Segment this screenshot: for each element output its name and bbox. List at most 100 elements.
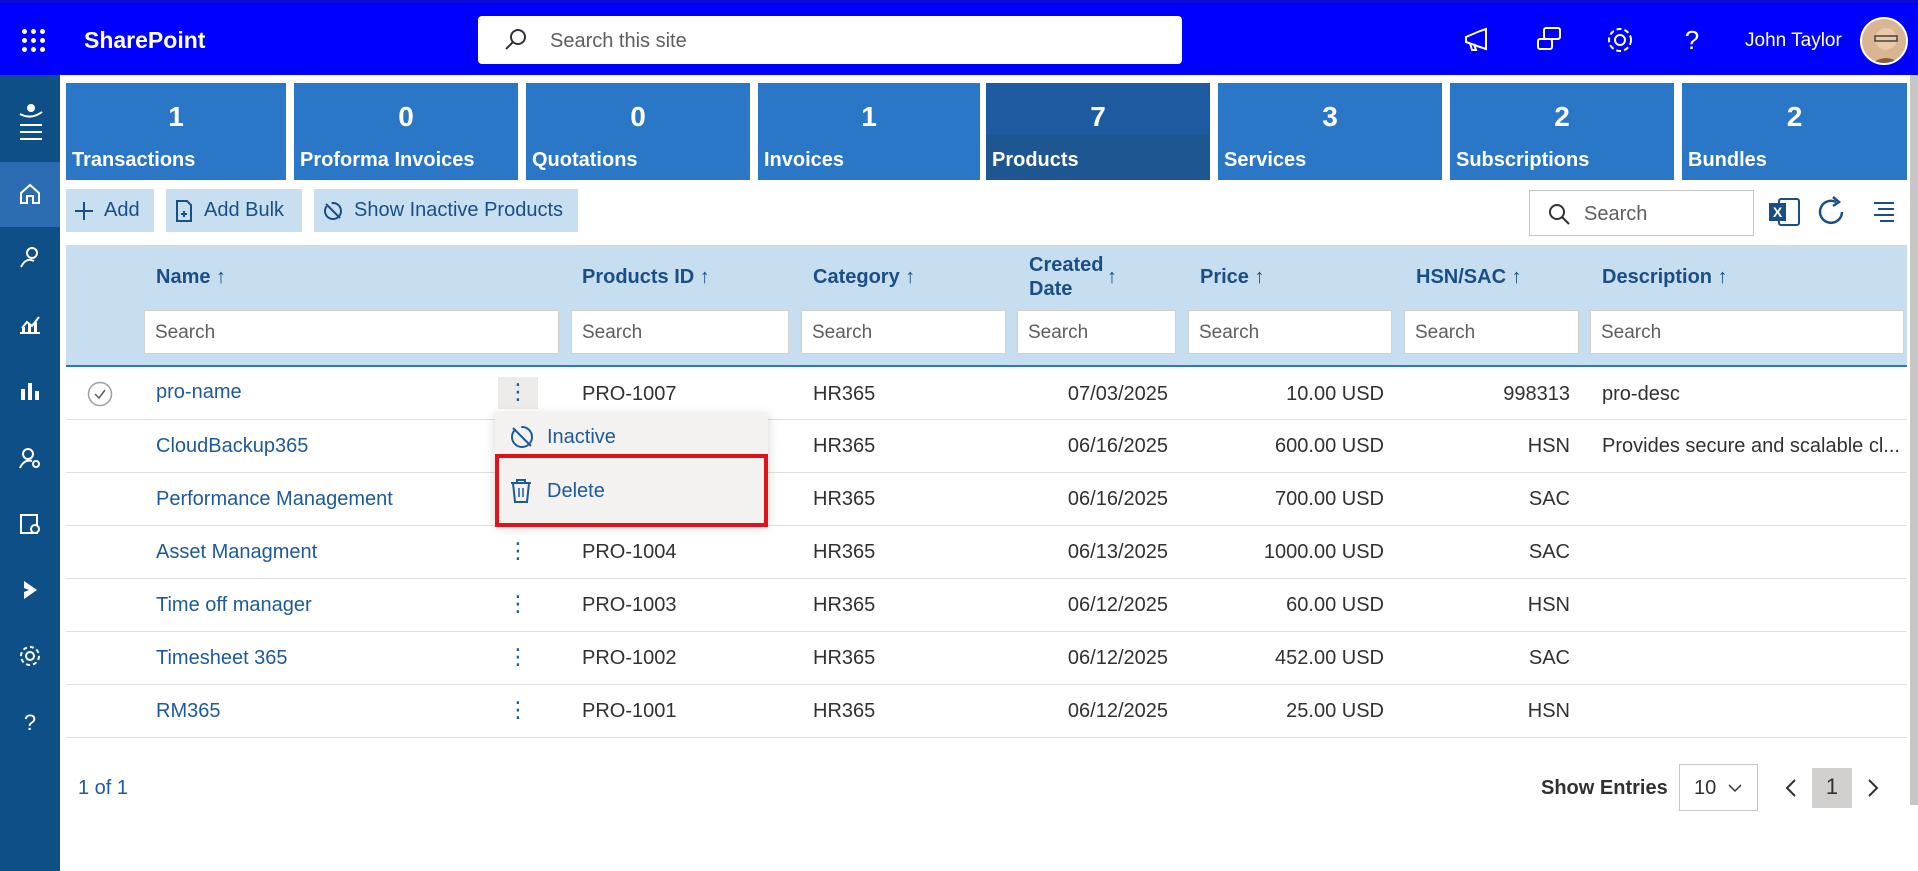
product-category: HR365 — [813, 488, 876, 510]
excel-export-icon[interactable]: X — [1767, 196, 1801, 228]
tile-subscriptions[interactable]: 2 Subscriptions — [1450, 83, 1674, 180]
tile-products[interactable]: 7 Products — [986, 83, 1210, 180]
svg-text:X: X — [1773, 204, 1783, 220]
col-category[interactable]: Category ↑ — [813, 265, 915, 289]
product-category: HR365 — [813, 647, 876, 669]
show-entries-label: Show Entries — [1541, 777, 1668, 799]
tile-label: Invoices — [764, 149, 845, 171]
rail-documents[interactable] — [0, 496, 60, 552]
product-name-link[interactable]: RM365 — [156, 700, 220, 723]
user-name[interactable]: John Taylor — [1745, 30, 1842, 52]
settings-gear-icon[interactable] — [1605, 25, 1635, 55]
product-created-date: 06/12/2025 — [1067, 700, 1168, 722]
add-bulk-button[interactable]: Add Bulk — [166, 189, 302, 232]
site-search-box[interactable]: Search this site — [478, 16, 1182, 64]
table-row[interactable]: Time off manager ⋮ PRO-1003 HR365 06/12/… — [66, 579, 1907, 632]
product-id: PRO-1003 — [582, 594, 677, 616]
column-options-icon[interactable] — [1872, 200, 1896, 222]
show-inactive-products-button[interactable]: Show Inactive Products — [314, 189, 578, 232]
rail-home[interactable] — [0, 162, 60, 227]
col-created-sort-arrow[interactable]: ↑ — [1107, 265, 1117, 289]
rail-user-settings[interactable] — [0, 430, 60, 486]
rail-customers[interactable] — [0, 229, 60, 285]
chevron-right-icon — [1868, 779, 1879, 797]
chevron-left-icon — [1785, 779, 1796, 797]
tile-label: Bundles — [1688, 149, 1767, 171]
tile-count: 2 — [1554, 101, 1570, 132]
filter-price-input[interactable]: Search — [1188, 310, 1392, 354]
prev-page-button[interactable] — [1771, 768, 1811, 808]
rail-analytics[interactable] — [0, 297, 60, 353]
tile-invoices[interactable]: 1 Invoices — [758, 83, 980, 180]
rail-reports[interactable] — [0, 363, 60, 419]
col-product-id[interactable]: Products ID ↑ — [582, 265, 710, 289]
tile-transactions[interactable]: 1 Transactions — [66, 83, 286, 180]
product-created-date: 06/16/2025 — [1067, 435, 1168, 457]
product-hsn-sac: HSN — [1527, 700, 1570, 722]
page-number-button[interactable]: 1 — [1812, 768, 1852, 808]
vertical-scrollbar[interactable] — [1910, 75, 1918, 805]
col-price[interactable]: Price ↑ — [1200, 265, 1264, 289]
page-count: 1 of 1 — [78, 777, 129, 799]
add-button[interactable]: Add — [66, 189, 154, 232]
table-row[interactable]: Performance Management HR365 06/16/2025 … — [66, 473, 1907, 526]
entries-per-page-select[interactable]: 10 — [1679, 764, 1758, 811]
refresh-icon[interactable] — [1814, 195, 1848, 229]
product-name-link[interactable]: CloudBackup365 — [156, 435, 308, 458]
col-created-line1: Created — [1029, 254, 1104, 276]
filter-product-id-input[interactable]: Search — [571, 310, 789, 354]
table-row[interactable]: Asset Managment ⋮ PRO-1004 HR365 06/13/2… — [66, 526, 1907, 579]
product-name-link[interactable]: Time off manager — [156, 594, 312, 617]
row-more-options-icon[interactable]: ⋮ — [498, 589, 538, 621]
tile-label: Services — [1224, 149, 1307, 171]
product-category: HR365 — [813, 594, 876, 616]
row-more-options-icon[interactable]: ⋮ — [498, 695, 538, 727]
tile-bundles[interactable]: 2 Bundles — [1682, 83, 1907, 180]
hand-menu-icon — [19, 104, 43, 140]
next-page-button[interactable] — [1853, 768, 1893, 808]
help-icon[interactable]: ? — [1677, 25, 1707, 55]
user-avatar[interactable] — [1860, 17, 1908, 65]
site-search-placeholder: Search this site — [550, 30, 687, 52]
tile-services[interactable]: 3 Services — [1218, 83, 1442, 180]
delete-highlight-box — [495, 454, 768, 527]
col-hsn-sac[interactable]: HSN/SAC ↑ — [1416, 265, 1522, 289]
tile-proforma-invoices[interactable]: 0 Proforma Invoices — [294, 83, 518, 180]
filter-name-input[interactable]: Search — [144, 310, 559, 354]
app-launcher-icon[interactable] — [22, 29, 46, 53]
product-created-date: 07/03/2025 — [1067, 383, 1168, 405]
tile-quotations[interactable]: 0 Quotations — [526, 83, 750, 180]
product-name-link[interactable]: Asset Managment — [156, 541, 317, 564]
tile-count: 0 — [630, 101, 646, 132]
chat-icon[interactable] — [1534, 25, 1564, 55]
row-more-options-icon[interactable]: ⋮ — [498, 377, 538, 409]
filter-description-input[interactable]: Search — [1590, 310, 1904, 354]
table-row[interactable]: Timesheet 365 ⋮ PRO-1002 HR365 06/12/202… — [66, 632, 1907, 685]
product-id: PRO-1001 — [582, 700, 677, 722]
rail-menu-toggle[interactable] — [0, 87, 60, 143]
app-name[interactable]: SharePoint — [84, 27, 205, 54]
rail-settings[interactable] — [0, 628, 60, 684]
col-created-date[interactable]: Created Date — [1029, 253, 1103, 301]
row-selected-check-icon[interactable] — [87, 381, 113, 407]
rail-dynamics[interactable] — [0, 562, 60, 618]
col-description[interactable]: Description ↑ — [1602, 265, 1728, 289]
product-name-link[interactable]: Performance Management — [156, 488, 393, 511]
product-name-link[interactable]: Timesheet 365 — [156, 647, 288, 670]
table-row[interactable]: CloudBackup365 HR365 06/16/2025 600.00 U… — [66, 420, 1907, 473]
filter-created-date-input[interactable]: Search — [1017, 310, 1176, 354]
grid-search-input[interactable]: Search — [1529, 190, 1754, 236]
rail-help[interactable]: ? — [0, 694, 60, 750]
table-row[interactable]: pro-name ⋮ PRO-1007 HR365 07/03/2025 10.… — [66, 367, 1907, 420]
filter-hsn-input[interactable]: Search — [1404, 310, 1579, 354]
svg-text:?: ? — [1685, 25, 1699, 55]
table-row[interactable]: RM365 ⋮ PRO-1001 HR365 06/12/2025 25.00 … — [66, 685, 1907, 738]
row-more-options-icon[interactable]: ⋮ — [498, 642, 538, 674]
product-name-link[interactable]: pro-name — [156, 381, 242, 404]
tile-label: Proforma Invoices — [300, 149, 475, 171]
megaphone-icon[interactable] — [1462, 25, 1492, 55]
filter-category-input[interactable]: Search — [801, 310, 1006, 354]
row-more-options-icon[interactable]: ⋮ — [498, 536, 538, 568]
gear-icon — [20, 646, 40, 666]
col-name[interactable]: Name ↑ — [156, 265, 226, 289]
